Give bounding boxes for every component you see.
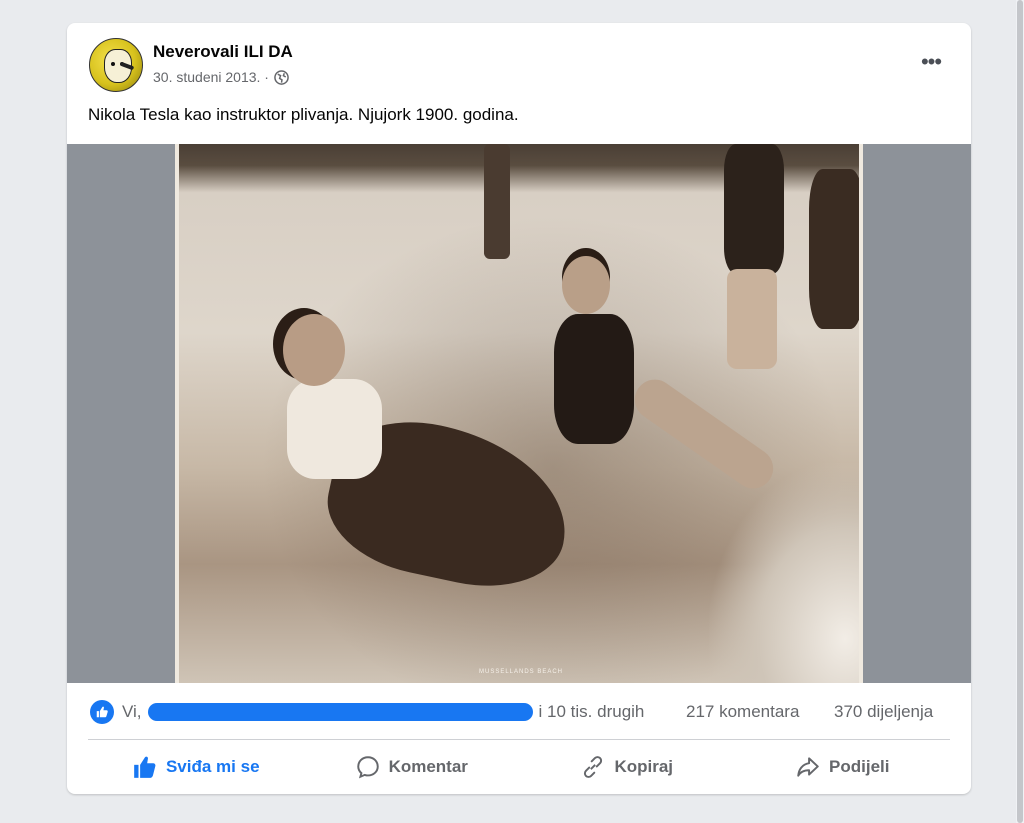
photo-man-head	[562, 256, 610, 314]
copy-button-label: Kopiraj	[614, 757, 674, 776]
thumbs-up-icon	[132, 754, 158, 780]
post-stats: Vi, i 10 tis. drugih 217 komentara 370 d…	[67, 693, 971, 733]
photo-bystander	[484, 144, 510, 259]
post-header: Neverovali ILI DA 30. studeni 2013. · ••…	[67, 23, 971, 103]
avatar-eye	[111, 62, 115, 66]
photo-caption: MUSSELLANDS BEACH	[479, 669, 564, 675]
divider	[88, 739, 950, 740]
photo-walker	[809, 169, 859, 329]
like-button-label: Sviđa mi se	[165, 757, 260, 776]
post-date[interactable]: 30. studeni 2013. ·	[153, 69, 269, 85]
globe-icon	[274, 69, 289, 85]
like-button[interactable]: Sviđa mi se	[88, 745, 304, 789]
post-meta: 30. studeni 2013. ·	[153, 69, 289, 85]
photo-man-legs	[626, 371, 782, 497]
photo-walker	[724, 144, 784, 274]
more-options-button[interactable]: •••	[913, 47, 949, 77]
reactors-suffix: i 10 tis. drugih	[538, 702, 645, 721]
photo-walker-legs	[727, 269, 777, 369]
comment-button-label: Komentar	[388, 757, 468, 776]
shares-count[interactable]: 370 dijeljenja	[834, 702, 933, 722]
redaction-bar	[147, 703, 533, 721]
copy-button[interactable]: Kopiraj	[519, 745, 735, 789]
photo-man-swimsuit	[554, 314, 634, 444]
share-arrow-icon	[795, 754, 821, 780]
share-button[interactable]: Podijeli	[735, 745, 951, 789]
post-photo[interactable]: MUSSELLANDS BEACH	[175, 144, 863, 683]
share-button-label: Podijeli	[829, 757, 890, 776]
link-icon	[580, 754, 606, 780]
photo-frame[interactable]: MUSSELLANDS BEACH	[67, 144, 971, 683]
photo-wave	[709, 463, 859, 683]
avatar-face	[104, 49, 135, 83]
reactors-summary[interactable]: Vi, i 10 tis. drugih	[122, 702, 644, 722]
avatar[interactable]	[89, 38, 143, 92]
scrollbar-thumb[interactable]	[1017, 0, 1023, 823]
like-reaction-icon[interactable]	[90, 700, 114, 724]
page-name[interactable]: Neverovali ILI DA	[153, 42, 293, 62]
post-card: Neverovali ILI DA 30. studeni 2013. · ••…	[67, 23, 971, 794]
comment-button[interactable]: Komentar	[304, 745, 520, 789]
comment-icon	[355, 754, 381, 780]
photo-woman-shirt	[287, 379, 382, 479]
scrollbar-track[interactable]	[1016, 0, 1024, 823]
comments-count[interactable]: 217 komentara	[686, 702, 799, 722]
avatar-nose	[119, 61, 135, 71]
post-text: Nikola Tesla kao instruktor plivanja. Nj…	[88, 105, 519, 124]
action-bar: Sviđa mi se Komentar Kopiraj Podijeli	[88, 745, 950, 789]
reactors-prefix: Vi,	[122, 702, 142, 721]
photo-woman-head	[283, 314, 345, 386]
